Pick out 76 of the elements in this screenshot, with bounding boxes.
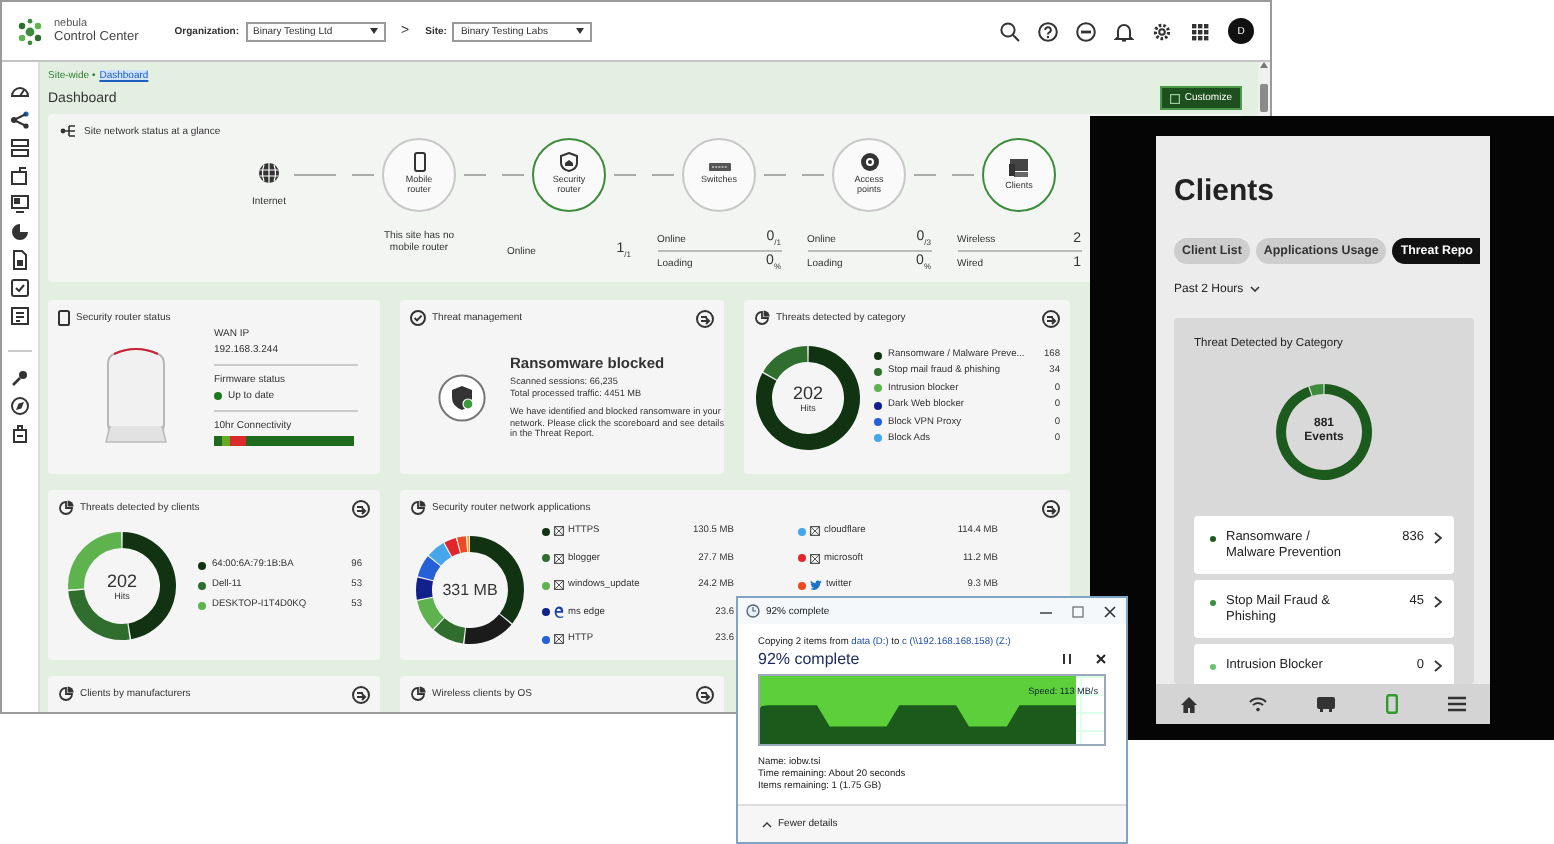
checklist-icon[interactable] — [10, 278, 30, 298]
clipboard-icon[interactable] — [10, 424, 30, 444]
maximize-icon[interactable] — [1072, 605, 1084, 617]
app-icon — [554, 634, 564, 645]
progress-title: 92% complete — [758, 650, 860, 668]
device-icon[interactable] — [10, 166, 30, 186]
apps-grid-icon[interactable] — [1190, 21, 1210, 41]
bell-icon[interactable] — [1114, 21, 1134, 41]
caret-icon — [369, 28, 378, 34]
pie-chart-icon — [58, 500, 74, 516]
pie-chart-icon — [410, 686, 426, 702]
go-icon[interactable] — [696, 685, 714, 703]
donut-center-value: 202 — [106, 570, 138, 590]
shield-icon — [560, 152, 578, 173]
home-icon[interactable] — [1180, 695, 1199, 713]
topology-icon — [60, 124, 78, 138]
caret-icon — [576, 28, 585, 34]
router-drawing — [102, 345, 170, 449]
pie-chart-icon[interactable] — [10, 222, 30, 242]
access-point-icon — [859, 152, 879, 173]
globe-icon — [258, 161, 280, 183]
monitor-icon[interactable] — [10, 194, 30, 214]
network-icon[interactable] — [10, 110, 30, 130]
chevron-right-icon — [1434, 596, 1442, 608]
list-icon[interactable] — [10, 306, 30, 326]
scrollbar-thumb[interactable] — [1260, 84, 1268, 112]
status-dot — [214, 392, 222, 400]
scroll-up-icon[interactable] — [1260, 62, 1268, 68]
server-icon[interactable] — [10, 138, 30, 158]
browser-icon — [554, 606, 564, 619]
usage-donut-drawing — [414, 534, 526, 646]
menu-icon[interactable] — [1447, 696, 1466, 712]
settings-icon[interactable] — [1152, 21, 1172, 41]
compass-icon[interactable] — [10, 396, 30, 416]
screen-title: Clients — [1174, 174, 1277, 208]
go-icon[interactable] — [1042, 499, 1060, 517]
dashboard-icon[interactable] — [10, 82, 30, 102]
search-icon[interactable] — [1000, 21, 1020, 41]
key-icon[interactable] — [10, 368, 30, 388]
switch-icon — [707, 162, 731, 173]
pie-chart-icon — [410, 500, 426, 516]
app-icon — [554, 580, 564, 591]
bird-icon — [810, 580, 822, 591]
cancel-icon[interactable] — [1096, 654, 1106, 664]
connectivity-bar — [214, 436, 354, 446]
app-icon — [810, 526, 820, 536]
donut-center-value: 202 — [792, 382, 824, 402]
chevron-right-icon — [1434, 532, 1442, 544]
phone-icon — [413, 152, 425, 173]
donut-center-value: 331 MB — [442, 581, 498, 599]
go-icon[interactable] — [1042, 309, 1060, 327]
go-icon[interactable] — [352, 499, 370, 517]
chevron-down-icon — [1249, 286, 1260, 292]
chevron-up-icon — [762, 821, 772, 827]
phone-icon — [58, 310, 70, 326]
device-icon[interactable] — [1316, 696, 1337, 712]
logo-icon — [16, 17, 44, 45]
pie-chart-icon — [58, 686, 74, 702]
pause-icon[interactable] — [1062, 654, 1072, 664]
shield-icon — [438, 373, 486, 421]
document-icon[interactable] — [10, 250, 30, 270]
computer-icon — [1008, 157, 1030, 178]
copy-progress-icon — [746, 604, 760, 618]
app-icon — [554, 553, 564, 564]
close-icon[interactable] — [1104, 605, 1116, 617]
pie-chart-icon — [754, 310, 770, 326]
go-icon[interactable] — [352, 685, 370, 703]
chevron-right-icon — [1434, 660, 1442, 672]
app-icon — [810, 553, 820, 564]
help-icon[interactable] — [1038, 21, 1058, 41]
wifi-icon[interactable] — [1247, 696, 1268, 712]
minus-circle-icon[interactable] — [1076, 21, 1096, 41]
shield-check-icon — [410, 310, 426, 326]
customize-icon — [1170, 93, 1181, 103]
go-icon[interactable] — [696, 309, 714, 327]
app-icon — [554, 526, 564, 536]
